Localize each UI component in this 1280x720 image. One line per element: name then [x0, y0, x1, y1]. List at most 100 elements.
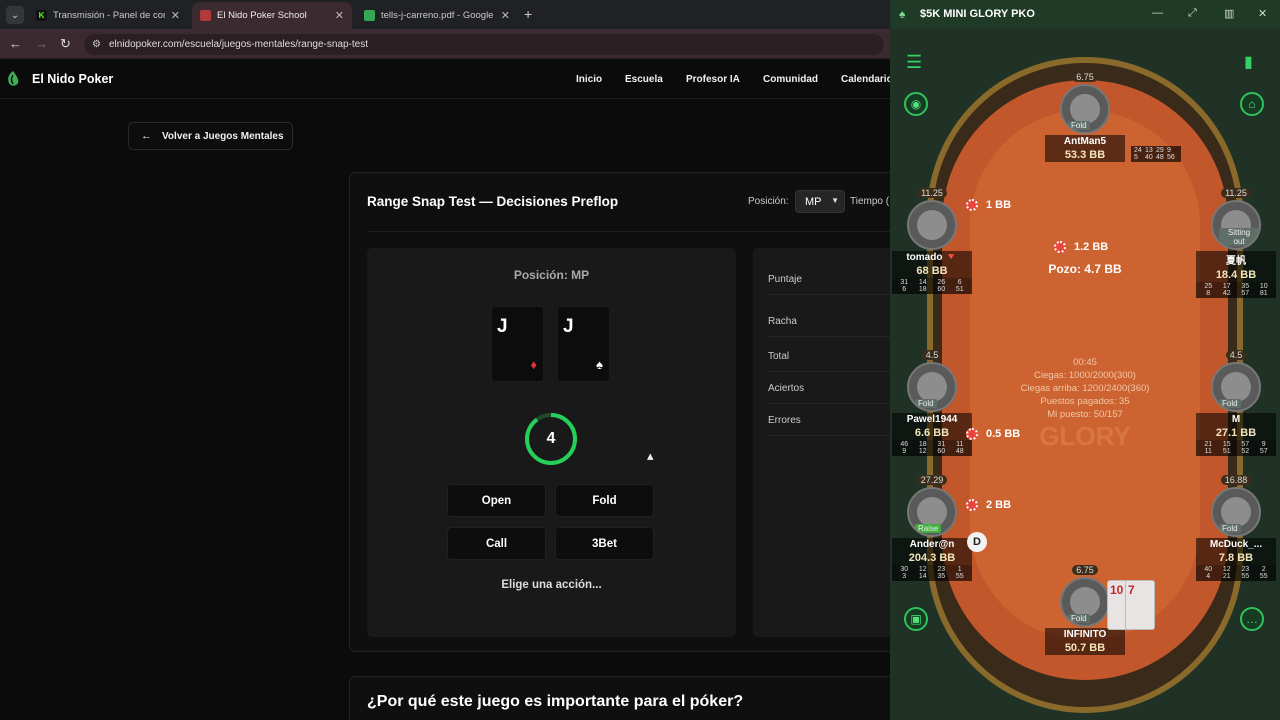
- seat-pawel1944[interactable]: 4.5 Fold Pawel1944 6.6 BB 46 18 31 11 9 12 60…: [892, 350, 972, 456]
- player-name: McDuck_...: [1196, 538, 1276, 551]
- tab-el-nido[interactable]: El Nido Poker School ✕: [192, 2, 352, 29]
- tab-google-drive[interactable]: tells-j-carreno.pdf - Google Drive ✕: [356, 2, 518, 29]
- call-button[interactable]: Call: [447, 527, 546, 560]
- back-to-games-button[interactable]: ← Volver a Juegos Mentales: [128, 122, 293, 150]
- tournament-title: $5K MINI GLORY PKO: [920, 8, 1035, 20]
- range-snap-test-panel: Range Snap Test — Decisiones Preflop Pos…: [349, 172, 913, 652]
- close-tab-icon[interactable]: ✕: [171, 9, 180, 22]
- avatar: Sitting out: [1211, 200, 1261, 250]
- mouse-cursor-icon: ▴: [647, 448, 654, 463]
- website: El Nido Poker Inicio Escuela Profesor IA…: [0, 60, 913, 720]
- glory-watermark: GLORY: [1039, 421, 1130, 451]
- hud-stats: 30 12 23 1 3 14 35 55: [892, 565, 972, 581]
- hero-card: 7: [1125, 580, 1155, 630]
- glory-logo-icon: ♠: [899, 7, 906, 21]
- stat-correct-label: Aciertos: [768, 383, 908, 404]
- menu-icon[interactable]: ☰: [906, 52, 922, 73]
- seat-andersen[interactable]: 27.29 Raise Ander@n 204.3 BB 30 12 23 1 3 14…: [892, 475, 972, 581]
- nav-calendario[interactable]: Calendario: [841, 74, 893, 85]
- seat-player-3[interactable]: 11.25 Sitting out 夏帆 18.4 BB 25 17 35 10 84…: [1196, 188, 1276, 298]
- player-stack: 204.3 BB: [892, 551, 972, 565]
- bounty-badge: 11.25: [892, 188, 972, 198]
- nav-escuela[interactable]: Escuela: [625, 74, 663, 85]
- close-tab-icon[interactable]: ✕: [501, 9, 510, 22]
- site-info-icon[interactable]: ⚙: [92, 39, 101, 50]
- section-heading: ¿Por qué este juego es importante para e…: [367, 693, 744, 710]
- chip-icon: [966, 199, 978, 211]
- address-bar[interactable]: ⚙ elnidopoker.com/escuela/juegos-mentale…: [84, 34, 884, 55]
- dealer-button: D: [967, 532, 987, 552]
- minimize-icon[interactable]: —: [1152, 7, 1163, 19]
- position-select-value: MP: [805, 195, 822, 208]
- position-label: Posición:: [748, 196, 789, 207]
- hero-hole-cards: 10 7: [1107, 580, 1165, 632]
- chat-icon[interactable]: …: [1240, 607, 1264, 631]
- bounty-badge: 6.75: [1045, 72, 1125, 82]
- new-tab-icon[interactable]: +: [524, 6, 532, 22]
- action-prompt: Elige una acción...: [501, 579, 602, 591]
- tab-title: Transmisión - Panel de control: [53, 10, 165, 21]
- lock-icon[interactable]: ⌂: [1240, 92, 1264, 116]
- avatar: Fold: [1060, 84, 1110, 134]
- avatar: Fold: [1060, 577, 1110, 627]
- stats-bars-icon[interactable]: ▮: [1244, 52, 1253, 72]
- browser-tab-bar: ⌄ K Transmisión - Panel de control ✕ El …: [0, 0, 890, 29]
- tournament-info: 00:45 Ciegas: 1000/2000(300) Ciegas arri…: [1020, 357, 1150, 420]
- player-name: AntMan5: [1045, 135, 1125, 148]
- avatar: Fold: [907, 362, 957, 412]
- nav-profesor-ia[interactable]: Profesor IA: [686, 74, 740, 85]
- card-rank: J: [563, 316, 574, 337]
- divider: [367, 231, 907, 232]
- poker-client-window: GLORY ♠ $5K MINI GLORY PKO — ⤢ ▥ ✕ ☰ ▮ ◉…: [890, 0, 1280, 720]
- nav-inicio[interactable]: Inicio: [576, 74, 602, 85]
- player-stack: 50.7 BB: [1045, 641, 1125, 655]
- browser-toolbar: ← → ↻ ⚙ elnidopoker.com/escuela/juegos-m…: [0, 29, 890, 59]
- fold-button[interactable]: Fold: [555, 484, 654, 517]
- hud-stats: 40 12 23 2 4 21 55 55: [1196, 565, 1276, 581]
- seat-m[interactable]: 4.5 Fold M 27.1 BB 21 15 57 9 11 51 52 57: [1196, 350, 1276, 456]
- player-stack: 27.1 BB: [1196, 426, 1276, 440]
- bounty-badge: 6.75: [1045, 565, 1125, 575]
- camera-icon[interactable]: ◉: [904, 92, 928, 116]
- action-tag: Fold: [1219, 524, 1241, 533]
- bet-andersen: 2 BB: [966, 499, 1011, 511]
- action-tag: Fold: [915, 399, 937, 408]
- player-name: Pawel1944: [892, 413, 972, 426]
- why-section: ¿Por qué este juego es importante para e…: [349, 676, 909, 720]
- chip-icon: [1054, 241, 1066, 253]
- screen: ⌄ K Transmisión - Panel de control ✕ El …: [0, 0, 1280, 720]
- tab-search-icon[interactable]: ⌄: [6, 6, 24, 24]
- el-nido-logo-icon[interactable]: [6, 70, 20, 88]
- 3bet-button[interactable]: 3Bet: [555, 527, 654, 560]
- resize-icon[interactable]: ⤢: [1188, 7, 1197, 20]
- stat-errors-label: Errores: [768, 415, 908, 436]
- tab-title: El Nido Poker School: [217, 10, 307, 21]
- open-button[interactable]: Open: [447, 484, 546, 517]
- back-arrow-icon[interactable]: ←: [9, 36, 22, 51]
- reload-icon[interactable]: ↻: [60, 36, 71, 52]
- player-name: 夏帆: [1196, 251, 1276, 268]
- table-grid-icon[interactable]: ▥: [1224, 7, 1234, 20]
- hole-card: J ♦: [491, 306, 544, 382]
- close-tab-icon[interactable]: ✕: [335, 9, 344, 22]
- seat-tomado[interactable]: 11.25 tomado 🔻 68 BB 31 14 26 6 6 18 60 51: [892, 188, 972, 294]
- pot-total: Pozo: 4.7 BB: [1048, 262, 1122, 276]
- position-select[interactable]: MP ▼: [795, 190, 845, 213]
- hud-stats: 31 14 26 6 6 18 60 51: [892, 278, 972, 294]
- nav-comunidad[interactable]: Comunidad: [763, 74, 818, 85]
- stat-total-label: Total: [768, 351, 908, 372]
- drive-favicon-icon: [364, 10, 375, 21]
- chevron-down-icon: ▼: [831, 196, 839, 205]
- close-window-icon[interactable]: ✕: [1258, 7, 1267, 20]
- tab-transmision[interactable]: K Transmisión - Panel de control ✕: [28, 2, 188, 29]
- player-stack: 6.6 BB: [892, 426, 972, 440]
- back-button-label: Volver a Juegos Mentales: [162, 130, 284, 142]
- card-rank: J: [497, 316, 508, 337]
- brand-name[interactable]: El Nido Poker: [32, 72, 113, 86]
- cards-icon[interactable]: ▣: [904, 607, 928, 631]
- action-tag: Raise: [915, 524, 942, 533]
- forward-arrow-icon[interactable]: →: [35, 36, 48, 51]
- seat-mcduck[interactable]: 16.88 Fold McDuck_... 7.8 BB 40 12 23 2 4 21…: [1196, 475, 1276, 581]
- seat-antman5[interactable]: 6.75 Fold AntMan5 53.3 BB: [1045, 72, 1125, 162]
- player-stack: 7.8 BB: [1196, 551, 1276, 565]
